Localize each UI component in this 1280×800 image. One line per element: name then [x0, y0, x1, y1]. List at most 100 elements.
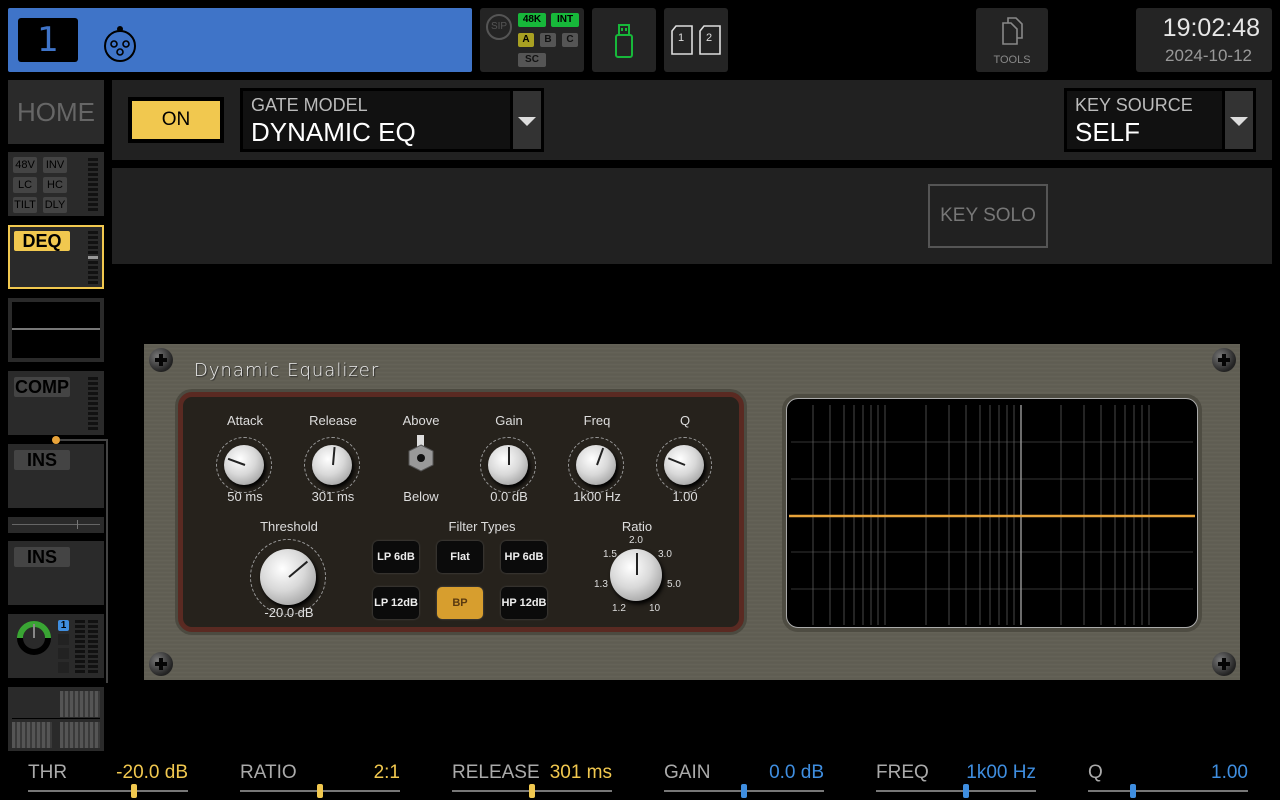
q-knob[interactable] [664, 445, 704, 485]
sync-status-panel[interactable]: SIP 48K INT A B C SC [480, 8, 584, 72]
above-below-toggle[interactable] [403, 433, 439, 477]
fx-ins-1-label: INS [14, 450, 70, 470]
sample-rate-badge: 48K [518, 13, 546, 27]
freq-knob[interactable] [576, 445, 616, 485]
sd-cards-button[interactable]: 1 2 [664, 8, 728, 72]
param-slider-thumb[interactable] [1129, 784, 1136, 798]
sidebar-sends-section[interactable] [8, 687, 104, 751]
freq-value: 1k00 Hz [573, 489, 621, 504]
channel-number: 1 [18, 18, 78, 62]
filter-flat-button[interactable]: Flat [437, 541, 483, 573]
home-button[interactable]: HOME [8, 80, 104, 144]
param-slider-thumb[interactable] [317, 784, 323, 798]
threshold-knob[interactable] [260, 549, 316, 605]
param-slider-thumb[interactable] [529, 784, 535, 798]
channel-strip-header[interactable]: 1 [8, 8, 472, 72]
tag-lc: LC [13, 177, 37, 193]
sidebar-fx-deq[interactable]: DEQ [8, 225, 104, 289]
sends-bank [12, 722, 52, 748]
gain-knob[interactable] [488, 445, 528, 485]
gate-model-value: DYNAMIC EQ [251, 117, 416, 147]
bus-slot [58, 634, 69, 645]
gate-model-label: GATE MODEL [251, 95, 368, 115]
ratio-knob[interactable] [610, 549, 662, 601]
sidebar-eq-preview[interactable] [8, 298, 104, 362]
on-button-label: ON [132, 101, 220, 139]
sidebar-pan-section[interactable]: 1 [8, 614, 104, 678]
filter-lp12-button[interactable]: LP 12dB [373, 587, 419, 619]
screw-icon [149, 652, 173, 676]
param-ratio[interactable]: RATIO 2:1 [240, 760, 400, 800]
chevron-down-icon[interactable] [513, 91, 541, 149]
gate-model-dropdown[interactable]: GATE MODEL DYNAMIC EQ [240, 88, 544, 152]
eq-preview-graph [12, 302, 100, 358]
filter-bp-button[interactable]: BP [437, 587, 483, 619]
param-gain[interactable]: GAIN 0.0 dB [664, 760, 824, 800]
param-value: 0.0 dB [769, 762, 824, 783]
param-freq[interactable]: FREQ 1k00 Hz [876, 760, 1036, 800]
chevron-down-icon[interactable] [1225, 91, 1253, 149]
release-knob[interactable] [312, 445, 352, 485]
attack-knob[interactable] [224, 445, 264, 485]
ratio-tick-1.2: 1.2 [612, 603, 626, 614]
ratio-tick-3.0: 3.0 [658, 549, 672, 560]
ratio-label: Ratio [621, 519, 653, 534]
key-source-value: SELF [1075, 117, 1141, 147]
clock-date: 2024-10-12 [1165, 46, 1252, 65]
control-panel: Attack 50 ms Release 301 ms Above Below … [178, 392, 744, 632]
sidebar-fx-ins-2[interactable]: INS [8, 541, 104, 605]
dynamic-eq-plugin: Dynamic Equalizer Attack 50 ms Release 3… [144, 344, 1240, 680]
on-button[interactable]: ON [128, 97, 224, 143]
param-value: -20.0 dB [116, 762, 188, 783]
sidebar-fader-strip[interactable] [8, 517, 104, 533]
screw-icon [1212, 652, 1236, 676]
key-source-dropdown[interactable]: KEY SOURCE SELF [1064, 88, 1256, 152]
param-name: RELEASE [452, 762, 540, 783]
param-thr[interactable]: THR -20.0 dB [28, 760, 188, 800]
clock-source-badge: INT [551, 13, 579, 27]
bus-c-badge: C [562, 33, 578, 47]
key-solo-button[interactable]: KEY SOLO [928, 184, 1048, 248]
release-value: 301 ms [311, 489, 355, 504]
ratio-tick-5.0: 5.0 [667, 579, 681, 590]
sidebar-fx-ins-1[interactable]: INS [8, 444, 104, 508]
sends-divider [12, 718, 100, 719]
param-slider-track[interactable] [1088, 790, 1248, 792]
param-value: 1.00 [1211, 762, 1248, 783]
ratio-tick-2.0: 2.0 [629, 535, 643, 546]
tag-hc: HC [43, 177, 67, 193]
signal-route-point[interactable] [52, 436, 60, 444]
filter-hp12-button[interactable]: HP 12dB [501, 587, 547, 619]
param-release[interactable]: RELEASE 301 ms [452, 760, 612, 800]
sends-bank [60, 722, 100, 748]
eq-response-graph [789, 405, 1195, 625]
attack-value: 50 ms [227, 489, 263, 504]
sends-bank [60, 691, 100, 717]
param-slider-thumb[interactable] [130, 784, 137, 798]
param-slider-track[interactable] [28, 790, 188, 792]
param-slider-thumb[interactable] [962, 784, 969, 798]
filter-lp6-button[interactable]: LP 6dB [373, 541, 419, 573]
sip-indicator: SIP [486, 14, 512, 40]
route-line-v [106, 439, 108, 683]
sidebar-input-section[interactable]: 48V INV LC HC TILT DLY [8, 152, 104, 216]
bus-badge: 1 [58, 620, 69, 631]
param-slider-track[interactable] [876, 790, 1036, 792]
param-slider-thumb[interactable] [741, 784, 747, 798]
param-name: Q [1088, 762, 1103, 783]
usb-button[interactable] [592, 8, 656, 72]
bus-b-badge: B [540, 33, 556, 47]
tools-button[interactable]: TOOLS [976, 8, 1048, 72]
sd-card-1-label: 1 [678, 32, 685, 44]
input-meter [88, 158, 98, 213]
gain-label: Gain [495, 413, 523, 428]
sidebar-fx-comp[interactable]: COMP [8, 371, 104, 435]
sc-badge: SC [518, 53, 546, 67]
filter-hp6-button[interactable]: HP 6dB [501, 541, 547, 573]
mini-fader-handle[interactable] [77, 520, 78, 529]
param-q[interactable]: Q 1.00 [1088, 760, 1248, 800]
threshold-value: -20.0 dB [264, 605, 314, 620]
q-label: Q [679, 413, 691, 428]
screw-icon [149, 348, 173, 372]
sd-card-2-label: 2 [706, 32, 713, 44]
